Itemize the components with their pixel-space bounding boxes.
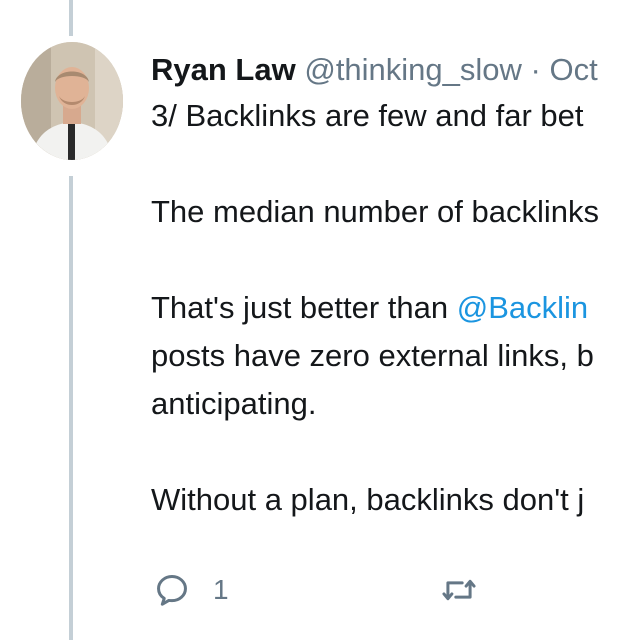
mention-link[interactable]: @Backlin <box>457 290 588 325</box>
tweet-line-3: That's just better than @Backlin <box>151 284 640 332</box>
thread-line-bottom <box>69 176 73 640</box>
avatar-image <box>21 42 123 160</box>
avatar[interactable] <box>21 42 123 160</box>
author-display-name[interactable]: Ryan Law <box>151 52 296 87</box>
tweet-line-1: 3/ Backlinks are few and far bet <box>151 98 584 133</box>
tweet-header: Ryan Law @thinking_slow · Oct <box>151 50 598 90</box>
tweet-date[interactable]: Oct <box>550 52 598 87</box>
header-separator: · <box>530 52 541 87</box>
tweet-line-3-text: That's just better than <box>151 290 457 325</box>
reply-button[interactable]: 1 <box>153 566 229 614</box>
tweet-line-6: Without a plan, backlinks don't j <box>151 482 585 517</box>
tweet-actions: 1 <box>153 566 640 614</box>
tweet-line-4: posts have zero external links, b <box>151 338 594 373</box>
retweet-icon <box>442 579 476 601</box>
reply-icon <box>157 575 187 606</box>
tweet-body: 3/ Backlinks are few and far bet The med… <box>151 92 640 524</box>
thread-line-top <box>69 0 73 36</box>
reply-count: 1 <box>213 574 229 605</box>
retweet-button[interactable] <box>440 566 478 614</box>
author-handle[interactable]: @thinking_slow <box>304 52 522 87</box>
tweet-line-2: The median number of backlinks <box>151 194 600 229</box>
tweet-line-5: anticipating. <box>151 386 317 421</box>
